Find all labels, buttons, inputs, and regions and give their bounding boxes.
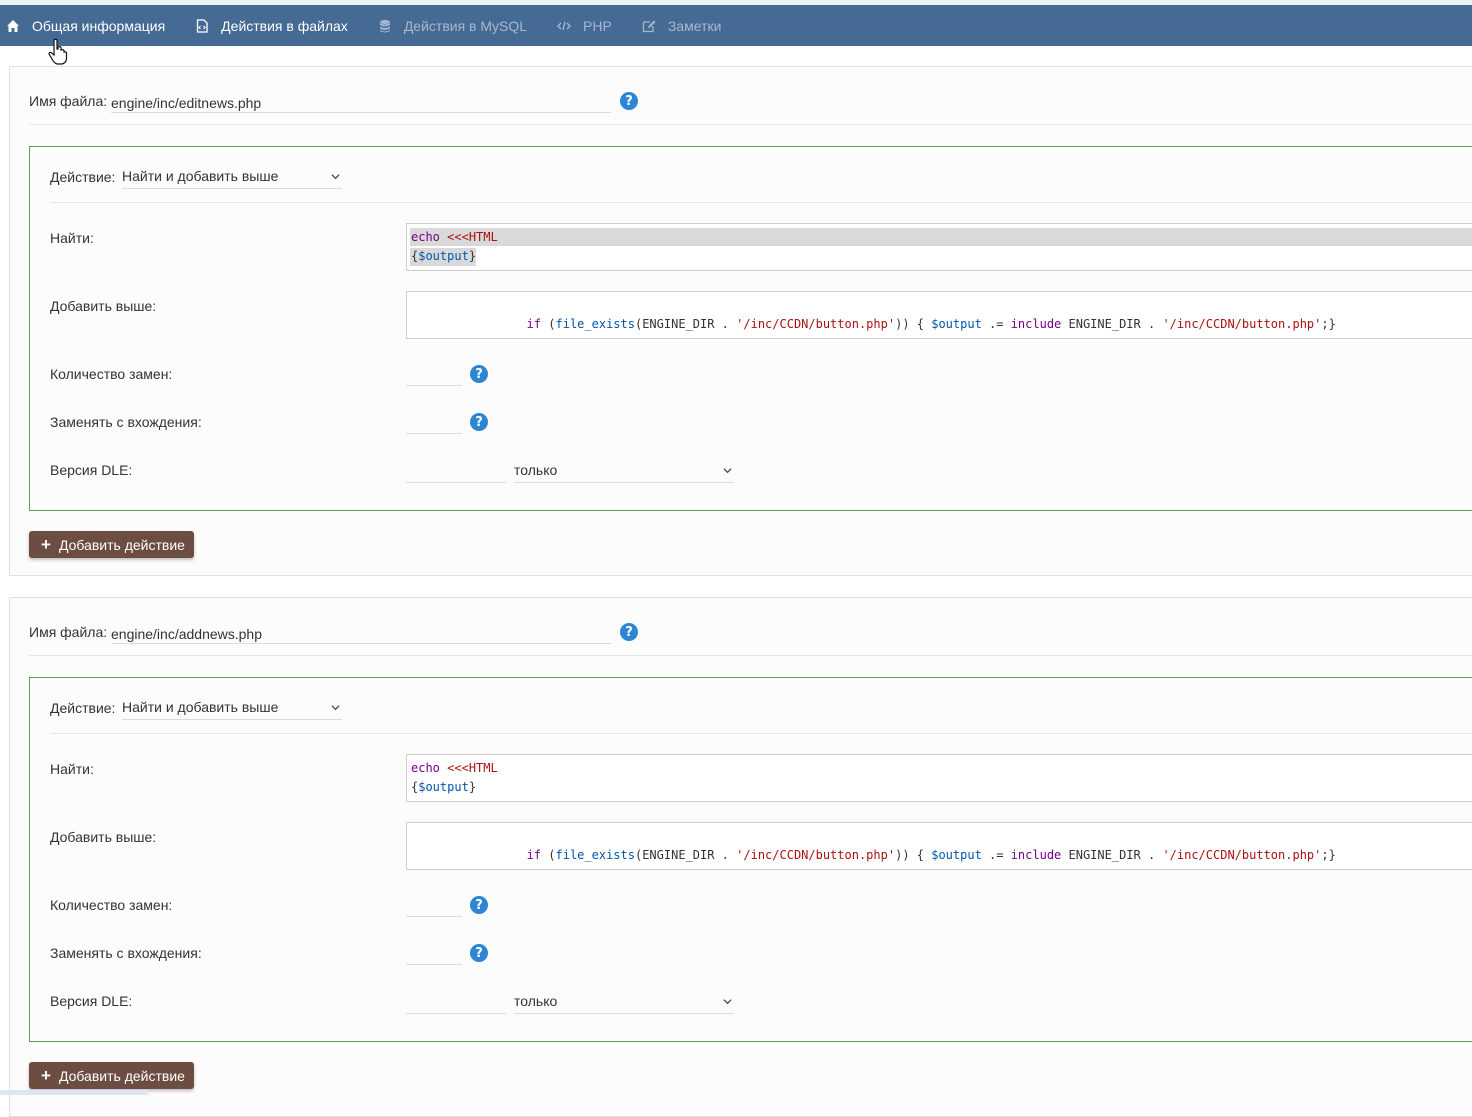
home-icon <box>7 19 19 32</box>
divider <box>50 202 1472 203</box>
action-select-value: Найти и добавить выше <box>122 168 279 184</box>
help-icon[interactable]: ? <box>620 92 638 110</box>
code-line: if (file_exists(ENGINE_DIR . '/inc/CCDN/… <box>526 848 1336 862</box>
replace-count-input[interactable] <box>406 893 462 917</box>
dle-version-input[interactable] <box>406 990 506 1014</box>
code-icon <box>557 21 572 30</box>
action-select[interactable]: Найти и добавить выше <box>122 165 342 189</box>
code-line: {$output} <box>411 780 477 794</box>
replace-from-input[interactable] <box>406 410 462 434</box>
chevron-down-icon <box>331 174 340 180</box>
action-select-value: Найти и добавить выше <box>122 699 279 715</box>
find-code-editor[interactable]: echo <<<HTML {$output} <box>406 754 1472 802</box>
code-line: echo <<<HTML <box>411 761 498 775</box>
dle-version-input[interactable] <box>406 459 506 483</box>
help-icon[interactable]: ? <box>470 365 488 383</box>
tab-php[interactable]: PHP <box>557 5 612 46</box>
action-label: Действие: <box>50 169 116 185</box>
filename-row: Имя файла: ? <box>29 622 1472 656</box>
dle-version-label: Версия DLE: <box>50 462 133 478</box>
add-action-label: Добавить действие <box>58 536 185 553</box>
tab-label: Действия в MySQL <box>403 17 528 34</box>
code-line: echo <<<HTML <box>411 230 498 244</box>
filename-row: Имя файла: ? <box>29 91 1472 125</box>
find-code-editor[interactable]: echo <<<HTML {$output} <box>406 223 1472 271</box>
filename-input[interactable] <box>111 622 611 644</box>
tab-label: PHP <box>583 17 612 34</box>
code-line: if (file_exists(ENGINE_DIR . '/inc/CCDN/… <box>526 317 1336 331</box>
replace-count-label: Количество замен: <box>50 366 173 382</box>
file-code-icon <box>197 18 208 33</box>
find-label: Найти: <box>50 761 94 777</box>
action-panel: Действие: Найти и добавить выше Найти: e… <box>29 677 1472 1042</box>
help-icon[interactable]: ? <box>470 413 488 431</box>
code-line: {$output} <box>411 249 477 263</box>
filename-label: Имя файла: <box>29 93 108 109</box>
add-above-label: Добавить выше: <box>50 829 157 845</box>
tab-label: Общая информация <box>32 17 166 34</box>
action-select[interactable]: Найти и добавить выше <box>122 696 342 720</box>
help-icon[interactable]: ? <box>620 623 638 641</box>
add-above-code-editor[interactable]: if (file_exists(ENGINE_DIR . '/inc/CCDN/… <box>406 291 1472 339</box>
tab-label: Действия в файлах <box>221 17 348 34</box>
plus-icon: + <box>41 535 51 554</box>
replace-count-input[interactable] <box>406 362 462 386</box>
tab-mysql-actions[interactable]: Действия в MySQL <box>378 5 527 46</box>
chevron-down-icon <box>723 468 732 474</box>
dle-version-label: Версия DLE: <box>50 993 133 1009</box>
replace-from-input[interactable] <box>406 941 462 965</box>
add-action-label: Добавить действие <box>58 1067 185 1084</box>
tab-file-actions[interactable]: Действия в файлах <box>195 5 348 46</box>
add-action-button[interactable]: + Добавить действие <box>29 1062 194 1089</box>
replace-count-label: Количество замен: <box>50 897 173 913</box>
find-label: Найти: <box>50 230 94 246</box>
help-icon[interactable]: ? <box>470 896 488 914</box>
action-label: Действие: <box>50 700 116 716</box>
replace-from-label: Заменять с вхождения: <box>50 414 202 430</box>
horizontal-scrollbar[interactable] <box>0 1090 148 1095</box>
add-above-code-editor[interactable]: if (file_exists(ENGINE_DIR . '/inc/CCDN/… <box>406 822 1472 870</box>
dle-version-mode-select[interactable]: только <box>514 990 734 1014</box>
replace-from-label: Заменять с вхождения: <box>50 945 202 961</box>
tab-notes[interactable]: Заметки <box>642 5 722 46</box>
selection-highlight <box>410 228 1472 246</box>
help-icon[interactable]: ? <box>470 944 488 962</box>
version-mode-value: только <box>514 462 558 478</box>
add-action-button[interactable]: + Добавить действие <box>29 531 194 558</box>
tab-general-info[interactable]: Общая информация <box>6 5 165 46</box>
file-block: Имя файла: ? Действие: Найти и добавить … <box>9 597 1472 1117</box>
chevron-down-icon <box>331 705 340 711</box>
top-tab-bar: Общая информация Действия в файлах Дейст… <box>0 5 1472 46</box>
plus-icon: + <box>41 1066 51 1085</box>
filename-input[interactable] <box>111 91 611 113</box>
action-panel: Действие: Найти и добавить выше Найти: e… <box>29 146 1472 511</box>
chevron-down-icon <box>723 999 732 1005</box>
dle-version-mode-select[interactable]: только <box>514 459 734 483</box>
divider <box>50 733 1472 734</box>
file-block: Имя файла: ? Действие: Найти и добавить … <box>9 66 1472 576</box>
add-above-label: Добавить выше: <box>50 298 157 314</box>
version-mode-value: только <box>514 993 558 1009</box>
filename-label: Имя файла: <box>29 624 108 640</box>
edit-icon <box>642 20 656 32</box>
hand-cursor-icon <box>48 38 68 65</box>
tab-label: Заметки <box>667 17 722 34</box>
database-icon <box>379 19 390 32</box>
